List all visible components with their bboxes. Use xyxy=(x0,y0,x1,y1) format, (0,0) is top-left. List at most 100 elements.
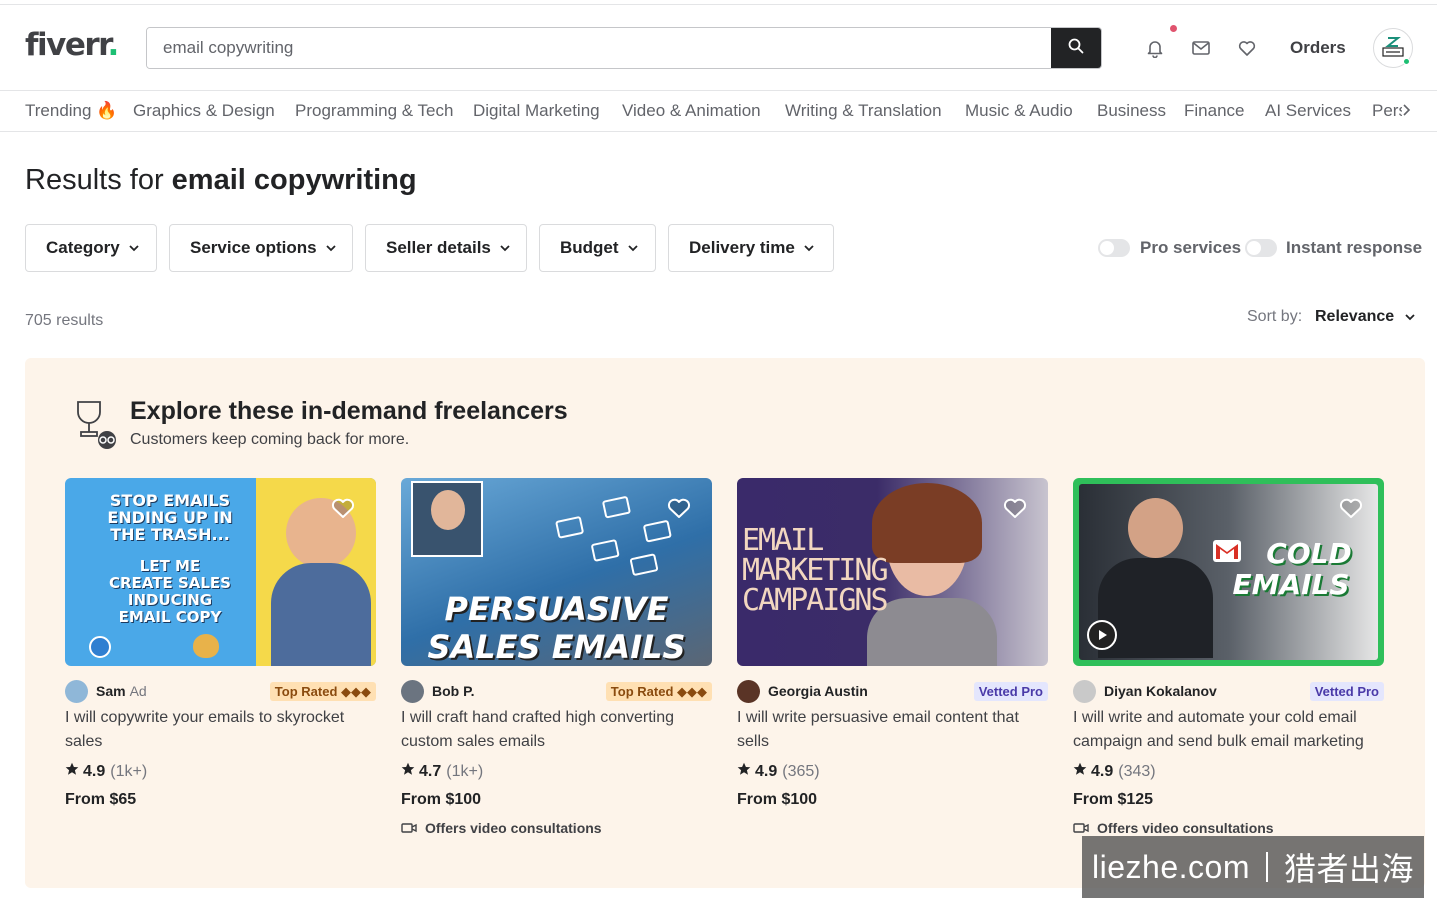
star-icon xyxy=(401,762,415,781)
nav-item-business[interactable]: Business xyxy=(1097,101,1166,121)
seller-avatar[interactable] xyxy=(1073,680,1096,703)
search-input[interactable] xyxy=(147,28,1053,68)
instant-response-toggle[interactable] xyxy=(1245,239,1277,257)
chevron-down-icon xyxy=(803,242,815,254)
notification-dot xyxy=(1170,25,1177,32)
gig-price[interactable]: From $100 xyxy=(737,791,1048,809)
nav-item-writing-translation[interactable]: Writing & Translation xyxy=(785,101,942,121)
gig-card[interactable]: PERSUASIVE SALES EMAILS Bob P. Top Rated… xyxy=(401,478,712,836)
chevron-down-icon xyxy=(627,242,639,254)
gig-thumbnail[interactable]: EMAIL MARKETING CAMPAIGNS xyxy=(737,478,1048,666)
chevron-down-icon xyxy=(325,242,337,254)
vetted-pro-badge: Vetted Pro xyxy=(1309,682,1384,701)
seller-avatar[interactable] xyxy=(737,680,760,703)
filter-seller-details[interactable]: Seller details xyxy=(365,224,527,272)
nav-item-ai-services[interactable]: AI Services xyxy=(1265,101,1351,121)
pro-services-label: Pro services xyxy=(1140,238,1242,257)
gig-card[interactable]: COLD EMAILS Diyan Kokalanov Vetted Pro I… xyxy=(1073,478,1384,836)
video-camera-icon xyxy=(1073,822,1089,834)
gig-thumbnail[interactable]: PERSUASIVE SALES EMAILS xyxy=(401,478,712,666)
play-video-icon[interactable] xyxy=(1087,620,1117,650)
seller-row: Sam Ad Top Rated ◆◆◆ xyxy=(65,680,376,704)
gig-title[interactable]: I will copywrite your emails to skyrocke… xyxy=(65,706,376,754)
gig-price[interactable]: From $100 xyxy=(401,791,712,809)
seller-name[interactable]: Georgia Austin xyxy=(768,683,868,699)
gig-price[interactable]: From $65 xyxy=(65,791,376,809)
gig-card[interactable]: EMAIL MARKETING CAMPAIGNS Georgia Austin… xyxy=(737,478,1048,809)
seller-row: Diyan Kokalanov Vetted Pro xyxy=(1073,680,1384,704)
user-avatar[interactable] xyxy=(1373,28,1413,68)
top-rated-badge: Top Rated ◆◆◆ xyxy=(269,682,376,701)
save-heart-icon[interactable] xyxy=(666,496,692,525)
vetted-pro-badge: Vetted Pro xyxy=(973,682,1048,701)
search-bar xyxy=(146,27,1102,69)
nav-item-music-audio[interactable]: Music & Audio xyxy=(965,101,1073,121)
envelope-icon[interactable] xyxy=(1190,37,1212,59)
search-icon xyxy=(1068,38,1084,59)
promo-subtitle: Customers keep coming back for more. xyxy=(130,431,410,448)
nav-item-personal-growth[interactable]: Pers xyxy=(1372,101,1402,121)
gig-title[interactable]: I will write persuasive email content th… xyxy=(737,706,1048,754)
filter-category[interactable]: Category xyxy=(25,224,157,272)
nav-scroll-right-icon[interactable] xyxy=(1402,100,1412,125)
gig-thumbnail[interactable]: STOP EMAILS ENDING UP IN THE TRASH... LE… xyxy=(65,478,376,666)
bell-icon[interactable] xyxy=(1144,37,1166,59)
seller-name[interactable]: Diyan Kokalanov xyxy=(1104,683,1217,699)
gig-card[interactable]: STOP EMAILS ENDING UP IN THE TRASH... LE… xyxy=(65,478,376,809)
gig-thumbnail[interactable]: COLD EMAILS xyxy=(1073,478,1384,666)
online-status-dot xyxy=(1403,58,1410,65)
star-icon xyxy=(65,762,79,781)
email-badge-icon xyxy=(89,636,111,658)
star-icon xyxy=(1073,762,1087,781)
header: fiverr. Orders xyxy=(0,5,1437,91)
gig-rating: 4.9 (343) xyxy=(1073,762,1384,781)
gig-title[interactable]: I will write and automate your cold emai… xyxy=(1073,706,1384,754)
promo-title: Explore these in-demand freelancers xyxy=(130,397,568,425)
nav-item-graphics-design[interactable]: Graphics & Design xyxy=(133,101,275,121)
money-bag-icon xyxy=(193,634,219,658)
chevron-down-icon xyxy=(128,242,140,254)
gig-rating: 4.9 (1k+) xyxy=(65,762,376,781)
category-nav: Trending 🔥 Graphics & Design Programming… xyxy=(0,92,1437,132)
orders-link[interactable]: Orders xyxy=(1290,38,1346,58)
nav-item-finance[interactable]: Finance xyxy=(1184,101,1244,121)
instant-response-label: Instant response xyxy=(1286,238,1423,257)
save-heart-icon[interactable] xyxy=(1002,496,1028,525)
nav-item-video-animation[interactable]: Video & Animation xyxy=(622,101,761,121)
top-rated-badge: Top Rated ◆◆◆ xyxy=(605,682,712,701)
chevron-down-icon xyxy=(499,242,511,254)
nav-item-digital-marketing[interactable]: Digital Marketing xyxy=(473,101,600,121)
search-button[interactable] xyxy=(1051,28,1101,68)
gig-rating: 4.9 (365) xyxy=(737,762,1048,781)
seller-row: Bob P. Top Rated ◆◆◆ xyxy=(401,680,712,704)
gig-title[interactable]: I will craft hand crafted high convertin… xyxy=(401,706,712,754)
nav-item-trending[interactable]: Trending 🔥 xyxy=(25,101,117,121)
seller-avatar[interactable] xyxy=(65,680,88,703)
seller-avatar[interactable] xyxy=(401,680,424,703)
trophy-icon xyxy=(72,398,122,459)
chevron-down-icon xyxy=(1404,311,1416,323)
gig-rating: 4.7 (1k+) xyxy=(401,762,712,781)
video-consultation-note: Offers video consultations xyxy=(401,820,712,836)
watermark: liezhe.com 猎者出海 xyxy=(1082,836,1424,898)
seller-name[interactable]: Sam Ad xyxy=(96,683,147,699)
promo-panel: Explore these in-demand freelancers Cust… xyxy=(25,358,1425,888)
pro-services-toggle[interactable] xyxy=(1098,239,1130,257)
results-count: 705 results xyxy=(25,312,104,329)
video-consultation-note: Offers video consultations xyxy=(1073,820,1384,836)
save-heart-icon[interactable] xyxy=(330,496,356,525)
video-camera-icon xyxy=(401,822,417,834)
results-title: Results for email copywriting xyxy=(25,164,417,196)
sort-dropdown[interactable]: Relevance xyxy=(1315,308,1416,326)
filter-service-options[interactable]: Service options xyxy=(169,224,353,272)
filter-delivery-time[interactable]: Delivery time xyxy=(668,224,834,272)
seller-row: Georgia Austin Vetted Pro xyxy=(737,680,1048,704)
heart-icon[interactable] xyxy=(1236,37,1258,59)
filter-budget[interactable]: Budget xyxy=(539,224,656,272)
star-icon xyxy=(737,762,751,781)
seller-name[interactable]: Bob P. xyxy=(432,683,475,699)
fiverr-logo[interactable]: fiverr. xyxy=(25,27,119,63)
gig-price[interactable]: From $125 xyxy=(1073,791,1384,809)
nav-item-programming-tech[interactable]: Programming & Tech xyxy=(295,101,453,121)
save-heart-icon[interactable] xyxy=(1338,496,1364,525)
